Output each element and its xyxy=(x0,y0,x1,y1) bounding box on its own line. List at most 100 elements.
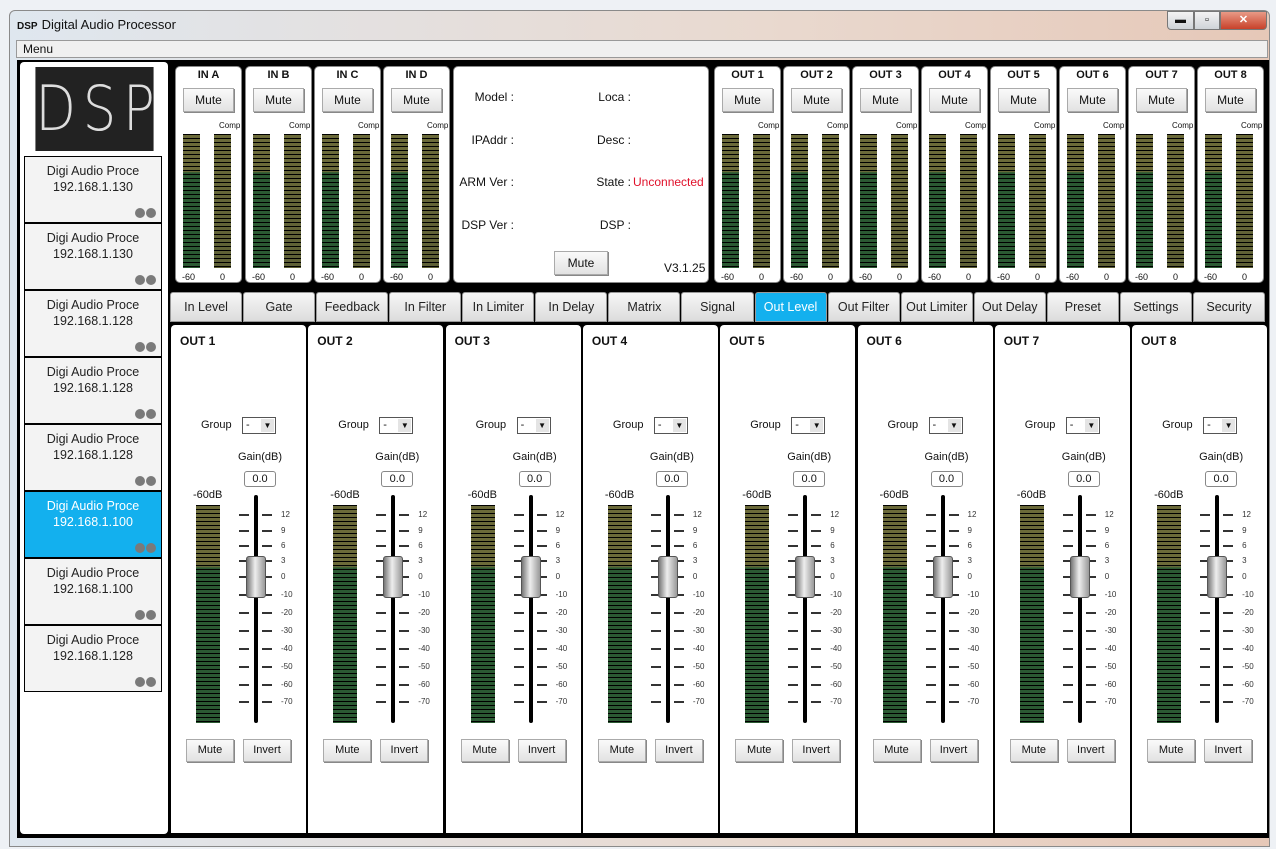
tab-in-filter[interactable]: In Filter xyxy=(389,292,462,322)
tab-settings[interactable]: Settings xyxy=(1119,292,1192,322)
tick-mark xyxy=(650,612,661,614)
gain-input[interactable]: 0.0 xyxy=(381,471,414,487)
channel-mute-button[interactable]: Mute xyxy=(183,88,234,112)
fader-track[interactable] xyxy=(665,495,670,723)
channel-mute-button[interactable]: Mute xyxy=(1067,88,1118,112)
channel-mute-button[interactable]: Mute xyxy=(998,88,1049,112)
gain-fader-handle[interactable] xyxy=(1069,556,1090,598)
gain-fader-handle[interactable] xyxy=(520,556,541,598)
scale-label: -50 xyxy=(555,662,568,671)
fader-track[interactable] xyxy=(528,495,533,723)
gain-fader-handle[interactable] xyxy=(657,556,678,598)
channel-mute-button[interactable]: Mute xyxy=(322,88,373,112)
invert-button[interactable]: Invert xyxy=(517,739,566,762)
tab-in-level[interactable]: In Level xyxy=(170,292,243,322)
group-select[interactable]: - ▼ xyxy=(928,417,963,434)
device-item[interactable]: Digi Audio Proce 192.168.1.130 xyxy=(24,223,162,290)
tab-in-limiter[interactable]: In Limiter xyxy=(462,292,535,322)
scale-label: 3 xyxy=(1242,556,1247,565)
group-select[interactable]: - ▼ xyxy=(653,417,688,434)
tab-feedback[interactable]: Feedback xyxy=(316,292,389,322)
invert-button[interactable]: Invert xyxy=(243,739,291,762)
strip-mute-button[interactable]: Mute xyxy=(323,739,372,762)
fader-track[interactable] xyxy=(1215,495,1220,723)
tab-matrix[interactable]: Matrix xyxy=(608,292,681,322)
fader-track[interactable] xyxy=(940,495,945,723)
device-item[interactable]: Digi Audio Proce 192.168.1.128 xyxy=(24,625,162,692)
device-item[interactable]: Digi Audio Proce 192.168.1.130 xyxy=(24,156,162,223)
gain-fader-handle[interactable] xyxy=(795,556,816,598)
tick-mark xyxy=(262,648,272,650)
group-select[interactable]: - ▼ xyxy=(379,417,414,434)
strip-mute-button[interactable]: Mute xyxy=(460,739,509,762)
tab-preset[interactable]: Preset xyxy=(1046,292,1119,322)
master-mute-button[interactable]: Mute xyxy=(554,251,608,275)
channel-mute-button[interactable]: Mute xyxy=(722,88,773,112)
gain-fader-handle[interactable] xyxy=(383,556,404,598)
device-item[interactable]: Digi Audio Proce 192.168.1.100 xyxy=(24,491,162,558)
gain-fader-handle[interactable] xyxy=(1207,556,1228,598)
invert-button[interactable]: Invert xyxy=(654,739,703,762)
group-select[interactable]: - ▼ xyxy=(1065,417,1100,434)
tab-out-level[interactable]: Out Level xyxy=(754,292,827,322)
device-item[interactable]: Digi Audio Proce 192.168.1.128 xyxy=(24,424,162,491)
minimize-button[interactable]: ▬ xyxy=(1167,11,1194,30)
tab-gate[interactable]: Gate xyxy=(243,292,316,322)
strip-mute-button[interactable]: Mute xyxy=(597,739,646,762)
tab-out-filter[interactable]: Out Filter xyxy=(827,292,900,322)
gain-input[interactable]: 0.0 xyxy=(1067,471,1100,487)
group-select[interactable]: - ▼ xyxy=(791,417,826,434)
tab-in-delay[interactable]: In Delay xyxy=(535,292,608,322)
strip-mute-button[interactable]: Mute xyxy=(735,739,784,762)
invert-button[interactable]: Invert xyxy=(1066,739,1115,762)
fader-track[interactable] xyxy=(803,495,808,723)
meter-max-label: 0 xyxy=(897,272,903,282)
device-item[interactable]: Digi Audio Proce 192.168.1.128 xyxy=(24,357,162,424)
tab-security[interactable]: Security xyxy=(1192,292,1265,322)
channel-mute-button[interactable]: Mute xyxy=(253,88,304,112)
strip-mute-button[interactable]: Mute xyxy=(1147,739,1196,762)
maximize-button[interactable]: ▫ xyxy=(1194,11,1220,30)
channel-mute-button[interactable]: Mute xyxy=(929,88,980,112)
fader-track[interactable] xyxy=(391,495,396,723)
tick-mark xyxy=(1085,514,1096,516)
strip-mute-button[interactable]: Mute xyxy=(1009,739,1058,762)
menu-item[interactable]: Menu xyxy=(23,42,53,56)
channel-mute-button[interactable]: Mute xyxy=(860,88,911,112)
gain-input[interactable]: 0.0 xyxy=(1205,471,1238,487)
tab-out-limiter[interactable]: Out Limiter xyxy=(900,292,973,322)
status-dots-icon xyxy=(135,275,156,285)
strip-mute-button[interactable]: Mute xyxy=(872,739,921,762)
gain-input[interactable]: 0.0 xyxy=(244,471,276,487)
output-strip: OUT 4 Group - ▼ Gain(dB) 0.0 -60dB 12 9 6… xyxy=(582,325,718,833)
gain-input[interactable]: 0.0 xyxy=(930,471,963,487)
tab-out-delay[interactable]: Out Delay xyxy=(973,292,1046,322)
strip-mute-button[interactable]: Mute xyxy=(186,739,234,762)
tab-signal[interactable]: Signal xyxy=(681,292,754,322)
fader-track[interactable] xyxy=(254,495,258,723)
gain-fader-handle[interactable] xyxy=(246,556,266,598)
channel-mute-button[interactable]: Mute xyxy=(791,88,842,112)
tick-mark xyxy=(650,666,661,668)
scale-label: 12 xyxy=(830,510,840,519)
device-item[interactable]: Digi Audio Proce 192.168.1.100 xyxy=(24,558,162,625)
group-select[interactable]: - ▼ xyxy=(516,417,551,434)
gain-fader-handle[interactable] xyxy=(932,556,953,598)
invert-button[interactable]: Invert xyxy=(792,739,841,762)
channel-mute-button[interactable]: Mute xyxy=(1136,88,1187,112)
invert-button[interactable]: Invert xyxy=(929,739,978,762)
channel-mute-button[interactable]: Mute xyxy=(1205,88,1256,112)
gain-input[interactable]: 0.0 xyxy=(793,471,826,487)
device-item[interactable]: Digi Audio Proce 192.168.1.128 xyxy=(24,290,162,357)
meter-label: -60dB xyxy=(1154,489,1184,501)
group-select[interactable]: - ▼ xyxy=(242,417,276,434)
close-button[interactable]: ✕ xyxy=(1220,11,1267,30)
group-select[interactable]: - ▼ xyxy=(1203,417,1238,434)
gain-input[interactable]: 0.0 xyxy=(655,471,688,487)
invert-button[interactable]: Invert xyxy=(380,739,429,762)
tick-mark xyxy=(1223,612,1234,614)
gain-input[interactable]: 0.0 xyxy=(518,471,551,487)
fader-track[interactable] xyxy=(1077,495,1082,723)
invert-button[interactable]: Invert xyxy=(1204,739,1253,762)
tick-mark xyxy=(673,514,684,516)
